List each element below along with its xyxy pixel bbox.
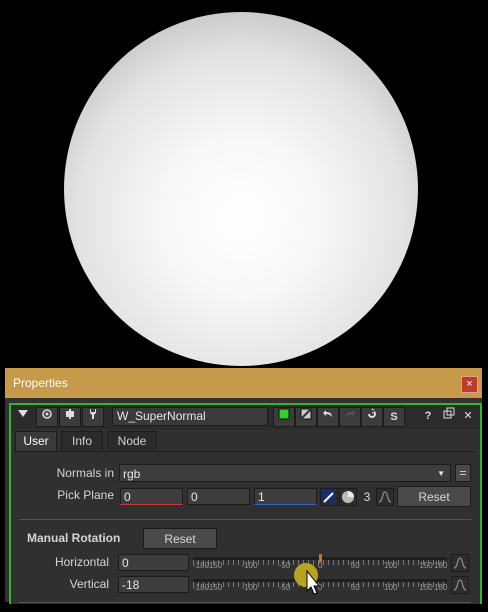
close-icon[interactable]: × [461,376,478,393]
panel-title-bar[interactable]: Properties × [5,368,482,398]
slider-tick-label: -100 [241,561,258,570]
animation-curve-icon[interactable] [376,488,394,506]
slider-tick-label: 100 [384,561,398,570]
slider-tick-label: -150 [206,583,223,592]
undo-icon[interactable] [317,407,339,427]
horizontal-animation-icon[interactable] [451,554,469,572]
slider-tick-label: 100 [384,583,398,592]
pick-plane-y-input[interactable]: 0 [187,488,250,505]
script-icon[interactable]: S [383,407,405,427]
tab-node[interactable]: Node [107,431,157,450]
node-name-input[interactable]: W_SuperNormal [112,407,268,426]
color-wheel-icon[interactable] [339,488,357,506]
node-color-icon[interactable] [273,407,295,427]
node-icon-color-icon[interactable] [295,407,317,427]
slider-tick-label: 50 [350,583,360,592]
normals-in-dropdown[interactable]: rgb ▼ [119,464,451,482]
vertical-input[interactable]: -18 [118,576,189,593]
wrench-icon[interactable] [82,407,104,427]
slider-tick-label: 150 [419,561,433,570]
tab-bar: User Info Node [11,431,480,452]
tab-content-user: Normals in rgb ▼ = Pick Plane 0 0 1 3 Re… [15,451,475,612]
normals-in-value: rgb [123,467,141,481]
panel-title: Properties [13,376,68,390]
vertical-animation-icon[interactable] [451,576,469,594]
slider-tick-label: -150 [206,561,223,570]
horizontal-input[interactable]: 0 [118,554,189,571]
viewer-area[interactable] [0,0,488,368]
chevron-down-icon: ▼ [437,469,445,478]
node-properties: W_SuperNormal S ? ✕ User Info Node Norma… [9,403,482,604]
normals-in-link-button[interactable]: = [455,464,471,482]
horizontal-label: Horizontal [54,555,109,569]
tab-info[interactable]: Info [61,431,103,450]
slider-tick-label: 180 [434,561,448,570]
pick-plane-x-input[interactable]: 0 [120,488,183,505]
normals-in-label: Normals in [56,466,114,480]
redo-icon[interactable] [339,407,361,427]
help-icon[interactable]: ? [418,407,438,425]
node-toolbar: W_SuperNormal S ? ✕ [11,405,480,429]
manual-rotation-reset-button[interactable]: Reset [143,528,217,549]
mouse-cursor-icon [294,563,321,595]
center-viewer-icon[interactable] [36,407,58,427]
slider-tick-label: -50 [278,561,291,570]
slider-tick-label: -100 [241,583,258,592]
node-settings-icon[interactable] [59,407,81,427]
slider-tick-label: 180 [434,583,448,592]
tab-user[interactable]: User [15,431,57,452]
divider [19,602,471,603]
close-node-icon[interactable]: ✕ [458,407,478,425]
float-panel-icon[interactable] [439,407,459,425]
manual-rotation-label: Manual Rotation [27,531,121,545]
revert-icon[interactable] [361,407,383,427]
slider-tick-label: -50 [278,583,291,592]
rendered-sphere [64,12,418,366]
slider-tick-label: 50 [350,561,360,570]
color-picker-icon[interactable] [320,488,338,506]
vertical-label: Vertical [69,577,109,591]
divider [19,519,471,520]
pick-plane-reset-button[interactable]: Reset [397,486,471,507]
slider-tick-label: 150 [419,583,433,592]
pick-plane-z-input[interactable]: 1 [254,488,317,505]
properties-panel: Properties × W_SuperNormal S ? ✕ User In… [5,368,482,604]
pick-plane-label: Pick Plane [57,488,114,502]
channel-count-label[interactable]: 3 [359,488,375,506]
collapse-arrow-icon[interactable] [13,407,33,425]
